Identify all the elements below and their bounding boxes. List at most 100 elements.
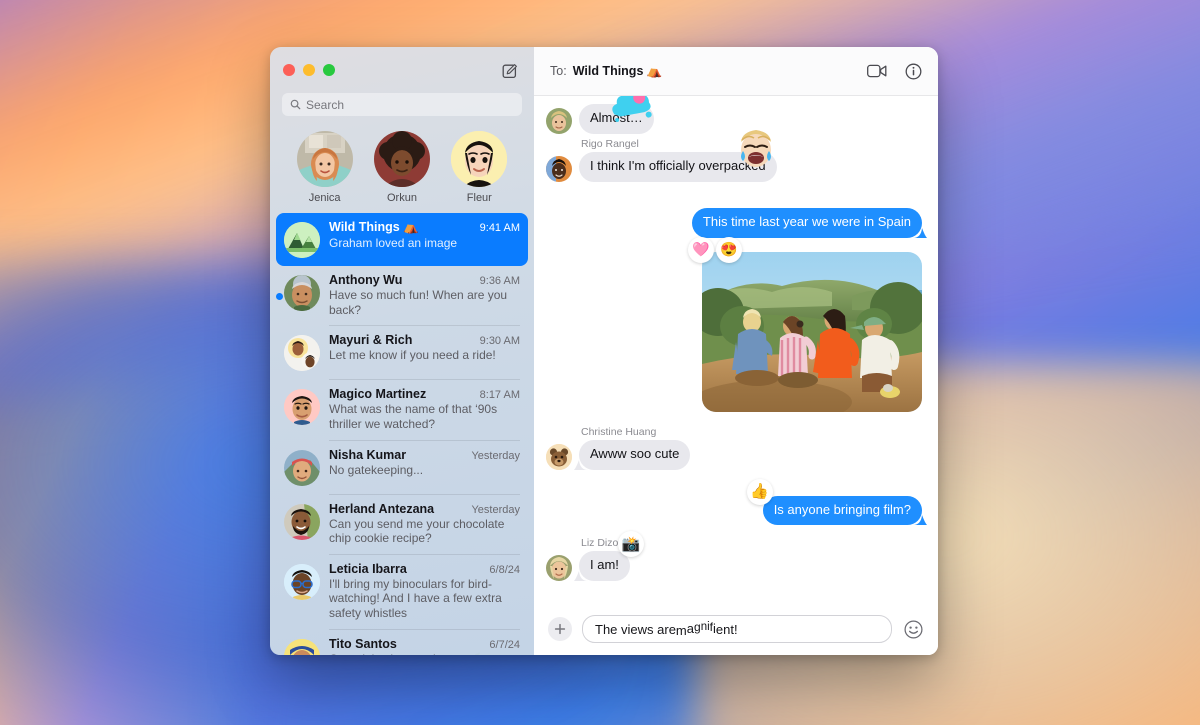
conversation-preview: Have so much fun! When are you back? xyxy=(329,288,508,317)
photo-image xyxy=(702,251,922,412)
avatar xyxy=(546,555,572,582)
search-icon xyxy=(290,99,301,110)
input-text-plain: The views are xyxy=(595,621,676,637)
message-input-field[interactable]: The views are magnifi ent! xyxy=(582,615,892,643)
conversation-row-mayuri-rich[interactable]: Mayuri & Rich 9:30 AM Let me know if you… xyxy=(276,326,528,379)
conversation-row-nisha-kumar[interactable]: Nisha Kumar Yesterday No gatekeeping... xyxy=(276,441,528,494)
conversation-time: 8:17 AM xyxy=(479,389,520,402)
message-row: Awww soo cute xyxy=(546,439,922,470)
search-input[interactable]: Search xyxy=(282,93,522,116)
pinned-contact-fleur[interactable]: Fleur xyxy=(444,131,514,204)
conversation-preview: I'll bring my binoculars for bird-watchi… xyxy=(329,576,502,620)
conversation-time: 6/8/24 xyxy=(489,563,520,576)
minimize-button[interactable] xyxy=(303,64,315,76)
conversation-preview: Graham loved an image xyxy=(329,236,458,250)
message-row: This time last year we were in Spain xyxy=(546,207,927,238)
compose-icon xyxy=(502,63,517,78)
add-attachment-button[interactable] xyxy=(548,617,572,641)
conversation-list: Wild Things ⛺ 9:41 AM Graham loved an im… xyxy=(270,213,534,655)
bubble-tail xyxy=(913,515,927,526)
message-bubble[interactable]: Almost… xyxy=(579,104,654,134)
conversation-row-anthony-wu[interactable]: Anthony Wu 9:36 AM Have so much fun! Whe… xyxy=(276,266,528,325)
message-row: I think I'm officially overpacked xyxy=(546,129,922,182)
avatar xyxy=(546,107,572,134)
to-label: To: xyxy=(550,64,567,78)
plus-icon xyxy=(554,623,566,635)
message-input-bar: The views are magnifi ent! xyxy=(534,607,938,655)
message-text: I am! xyxy=(590,557,619,573)
conversation-body: Wild Things ⛺ 9:41 AM Graham loved an im… xyxy=(329,220,520,258)
message-text: Awww soo cute xyxy=(590,445,680,461)
conversation-time: 9:41 AM xyxy=(479,222,520,234)
reaction-camera[interactable]: 📸 xyxy=(617,531,644,558)
avatar xyxy=(296,131,353,187)
message-bubble[interactable]: This time last year we were in Spain xyxy=(691,207,927,238)
conversation-body: Herland Antezana Yesterday Can you send … xyxy=(329,502,520,546)
conversation-time: Yesterday xyxy=(471,503,520,516)
input-text-effect: magnifi xyxy=(675,619,716,638)
message-row-photo: 🩷 😍 xyxy=(546,236,922,416)
pinned-contact-orkun[interactable]: Orkun xyxy=(367,131,437,204)
window-titlebar xyxy=(270,47,534,93)
avatar xyxy=(284,449,320,486)
conversation-name: Nisha Kumar xyxy=(329,447,407,462)
conversation-body: Magico Martinez 8:17 AM What was the nam… xyxy=(329,387,520,431)
reaction-heart-eyes[interactable]: 😍 xyxy=(716,236,742,263)
message-sender-name: Christine Huang xyxy=(581,425,657,438)
unread-indicator xyxy=(276,293,283,300)
search-container: Search xyxy=(270,93,534,124)
conversation-row-tito-santos[interactable]: Tito Santos 6/7/24 One triple shot comin… xyxy=(276,630,528,655)
video-camera-icon xyxy=(867,64,887,78)
conversation-preview: Let me know if you need a ride! xyxy=(329,348,496,363)
conversation-body: Leticia Ibarra 6/8/24 I'll bring my bino… xyxy=(329,562,520,621)
message-text: Is anyone bringing film? xyxy=(773,501,911,517)
avatar xyxy=(284,563,320,600)
message-bubble[interactable]: Awww soo cute xyxy=(574,439,691,470)
conversation-row-wild-things[interactable]: Wild Things ⛺ 9:41 AM Graham loved an im… xyxy=(276,213,528,266)
message-row: Almost… xyxy=(546,96,922,134)
details-button[interactable] xyxy=(905,63,922,80)
reaction-group[interactable]: 🩷 😍 xyxy=(688,236,742,263)
avatar xyxy=(373,131,430,187)
conversation-time: 9:36 AM xyxy=(479,275,520,287)
chat-header: To: Wild Things ⛺ xyxy=(534,47,938,96)
conversation-row-magico-martinez[interactable]: Magico Martinez 8:17 AM What was the nam… xyxy=(276,380,528,439)
message-bubble[interactable]: I think I'm officially overpacked xyxy=(579,151,777,182)
header-actions xyxy=(867,63,922,80)
reaction-heart[interactable]: 🩷 xyxy=(688,236,714,263)
chat-pane: To: Wild Things ⛺ Almost… Rigo Rangel I … xyxy=(534,47,938,655)
message-bubble[interactable]: I am! 📸 xyxy=(574,531,644,582)
reaction-thumbs-up[interactable]: 👍 xyxy=(746,478,773,505)
pinned-contact-jenica[interactable]: Jenica xyxy=(290,131,360,204)
sidebar: Search Jenica Orkun Fleur Wild Things ⛺ … xyxy=(270,47,534,655)
message-text: Almost… xyxy=(590,110,643,125)
conversation-body: Anthony Wu 9:36 AM Have so much fun! Whe… xyxy=(329,273,520,317)
chat-title: Wild Things ⛺ xyxy=(572,63,663,78)
conversation-time: Yesterday xyxy=(471,449,520,462)
message-row: I am! 📸 xyxy=(546,531,922,582)
compose-message-button[interactable] xyxy=(499,59,521,81)
conversation-row-leticia-ibarra[interactable]: Leticia Ibarra 6/8/24 I'll bring my bino… xyxy=(276,555,528,629)
message-row: Is anyone bringing film? 👍 xyxy=(546,478,927,526)
conversation-time: 6/7/24 xyxy=(489,638,520,651)
conversation-preview: One triple shot coming up ☕ xyxy=(329,652,520,655)
search-placeholder: Search xyxy=(306,97,345,112)
avatar xyxy=(284,222,320,258)
pinned-contact-label: Fleur xyxy=(466,192,492,204)
message-text: This time last year we were in Spain xyxy=(702,213,911,229)
photo-attachment[interactable]: 🩷 😍 xyxy=(688,236,922,412)
avatar xyxy=(546,443,572,470)
facetime-button[interactable] xyxy=(867,64,887,78)
conversation-preview: Can you send me your chocolate chip cook… xyxy=(329,516,505,546)
message-bubble[interactable]: Is anyone bringing film? 👍 xyxy=(746,478,927,526)
zoom-button[interactable] xyxy=(323,64,335,76)
close-button[interactable] xyxy=(283,64,295,76)
input-text-suffix: ent! xyxy=(715,621,738,637)
conversation-row-herland-antezana[interactable]: Herland Antezana Yesterday Can you send … xyxy=(276,495,528,554)
bubble-tail xyxy=(574,459,588,470)
emoji-picker-button[interactable] xyxy=(902,618,924,640)
conversation-name: Magico Martinez xyxy=(329,387,427,402)
bubble-tail xyxy=(574,571,588,582)
avatar xyxy=(284,503,320,540)
conversation-body: Tito Santos 6/7/24 One triple shot comin… xyxy=(329,637,520,655)
